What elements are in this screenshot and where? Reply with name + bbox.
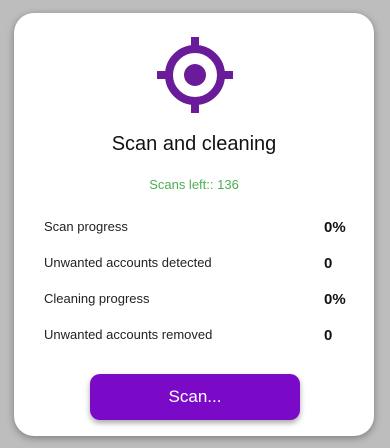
stat-row-unwanted-removed: Unwanted accounts removed 0 [44, 321, 348, 357]
stat-label: Cleaning progress [44, 291, 150, 306]
stat-row-scan-progress: Scan progress 0% [44, 213, 348, 249]
scan-button[interactable]: Scan... [90, 374, 300, 420]
stat-label: Scan progress [44, 219, 128, 234]
stat-value: 0% [324, 219, 346, 236]
scan-card: Scan and cleaning Scans left:: 136 Scan … [14, 13, 374, 436]
stat-label: Unwanted accounts removed [44, 327, 213, 342]
stat-value: 0 [324, 255, 333, 272]
crosshair-target-icon [155, 35, 235, 115]
stat-row-cleaning-progress: Cleaning progress 0% [44, 285, 348, 321]
stats-list: Scan progress 0% Unwanted accounts detec… [44, 213, 348, 357]
stat-row-unwanted-detected: Unwanted accounts detected 0 [44, 249, 348, 285]
scans-left-text: Scans left:: 136 [149, 177, 239, 192]
stat-value: 0 [324, 327, 333, 344]
card-title: Scan and cleaning [111, 133, 277, 155]
stat-label: Unwanted accounts detected [44, 255, 212, 270]
stat-value: 0% [324, 291, 346, 308]
